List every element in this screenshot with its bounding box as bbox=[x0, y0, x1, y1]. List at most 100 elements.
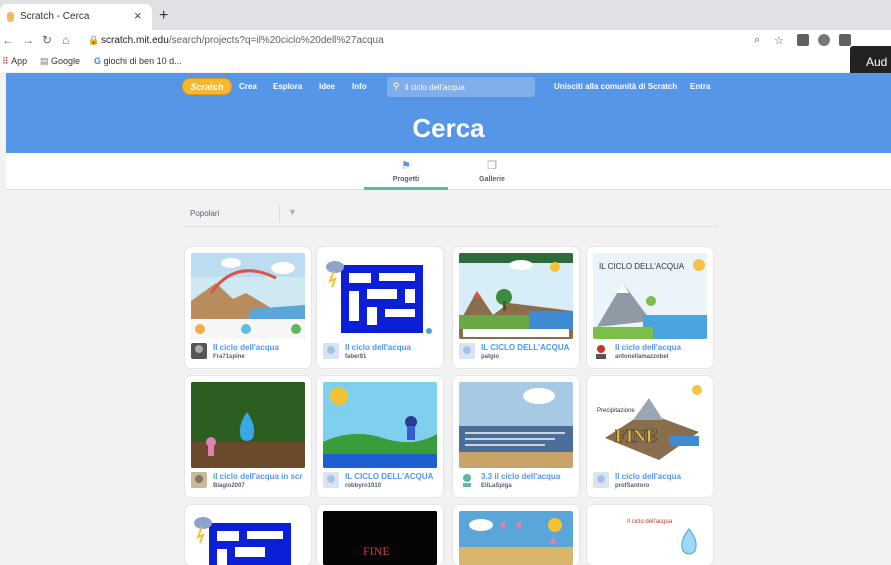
home-icon[interactable]: ⌂ bbox=[62, 33, 69, 47]
tab-close-icon[interactable]: × bbox=[134, 8, 142, 23]
project-thumbnail[interactable] bbox=[459, 511, 573, 565]
project-title[interactable]: il ciclo dell'acqua in scr bbox=[213, 472, 309, 481]
project-thumbnail[interactable] bbox=[459, 382, 573, 468]
search-box[interactable]: ⚲ bbox=[387, 77, 535, 97]
tab-title: Scratch - Cerca bbox=[20, 11, 90, 22]
extension-circle-icon[interactable] bbox=[818, 34, 830, 46]
sort-value: Popolari bbox=[190, 209, 220, 218]
avatar[interactable] bbox=[459, 343, 475, 359]
project-card[interactable]: IL CICLO DELL'ACQUA robbyro1010 bbox=[317, 376, 443, 497]
thumb-text: Precipitazione bbox=[597, 408, 635, 414]
page-title: Cerca bbox=[412, 113, 485, 143]
project-title[interactable]: Il ciclo dell'acqua bbox=[345, 343, 441, 352]
extension-icon[interactable] bbox=[797, 34, 809, 46]
browser-tab[interactable]: Scratch - Cerca × bbox=[0, 4, 152, 30]
project-author[interactable]: faber91 bbox=[345, 354, 366, 360]
result-tabs: ⚑ Progetti ❐ Gallerie bbox=[6, 153, 891, 190]
nav-crea[interactable]: Crea bbox=[239, 82, 257, 91]
project-author[interactable]: robbyro1010 bbox=[345, 483, 381, 489]
project-title[interactable]: IL CICLO DELL'ACQUA bbox=[481, 343, 577, 352]
scratch-logo[interactable]: Scratch bbox=[182, 78, 232, 95]
address-url: scratch.mit.edu/search/projects?q=il%20c… bbox=[101, 35, 384, 46]
project-author[interactable]: EliLaSpiga bbox=[481, 483, 512, 489]
project-title[interactable]: Il ciclo dell'acqua bbox=[213, 343, 309, 352]
new-tab-icon[interactable]: + bbox=[159, 7, 168, 25]
scratch-navbar: Scratch Crea Esplora Idee Info ⚲ Uniscit… bbox=[6, 73, 891, 100]
gallery-icon: ❐ bbox=[487, 160, 497, 172]
divider bbox=[279, 205, 280, 223]
project-title[interactable]: IL CICLO DELL'ACQUA bbox=[345, 472, 441, 481]
project-author[interactable]: patgio bbox=[481, 354, 499, 360]
project-title[interactable]: Il ciclo dell'acqua bbox=[615, 472, 711, 481]
project-author[interactable]: Fra71spine bbox=[213, 354, 245, 360]
forward-icon[interactable]: → bbox=[22, 33, 34, 47]
thumb-text: Il ciclo dell'acqua bbox=[627, 519, 673, 525]
search-banner: Cerca bbox=[6, 100, 891, 153]
tab-progetti[interactable]: ⚑ Progetti bbox=[364, 153, 448, 190]
thumb-text: FINE bbox=[363, 544, 390, 558]
browser-toolbar: ← → ↻ ⌂ 🔒 scratch.mit.edu/search/project… bbox=[0, 30, 891, 52]
nav-signin[interactable]: Entra bbox=[690, 82, 710, 91]
project-thumbnail[interactable]: FINE bbox=[323, 511, 437, 565]
bookmark-apps[interactable]: ⠿ App bbox=[2, 56, 27, 67]
project-card[interactable]: IL CICLO DELL'ACQUA patgio bbox=[453, 247, 579, 368]
project-thumbnail[interactable] bbox=[323, 253, 437, 339]
project-card[interactable]: Il ciclo dell'acqua Fra71spine bbox=[185, 247, 311, 368]
project-card[interactable] bbox=[185, 505, 311, 565]
sort-filter[interactable]: Popolari ▼ bbox=[184, 203, 719, 227]
project-card[interactable]: Precipitazione FINE Il ciclo dell'acqua … bbox=[587, 376, 713, 497]
address-bar[interactable]: 🔒 scratch.mit.edu/search/projects?q=il%2… bbox=[85, 32, 785, 50]
tab-gallerie[interactable]: ❐ Gallerie bbox=[450, 153, 534, 190]
nav-idee[interactable]: Idee bbox=[319, 82, 335, 91]
project-card[interactable]: il ciclo dell'acqua in scr Biagio2007 bbox=[185, 376, 311, 497]
thumb-text: FINE bbox=[615, 426, 658, 446]
project-thumbnail[interactable]: Il ciclo dell'acqua bbox=[593, 511, 707, 565]
apps-grid-icon: ⠿ bbox=[2, 56, 9, 66]
project-thumbnail[interactable]: Precipitazione FINE bbox=[593, 382, 707, 468]
project-card[interactable]: IL CICLO DELL'ACQUA Il ciclo dell'acqua … bbox=[587, 247, 713, 368]
avatar[interactable] bbox=[459, 472, 475, 488]
extension-shield-icon[interactable] bbox=[839, 34, 851, 46]
project-author[interactable]: profSantoro bbox=[615, 483, 649, 489]
bookmark-giochi[interactable]: G giochi di ben 10 d... bbox=[94, 56, 182, 66]
project-thumbnail[interactable] bbox=[323, 382, 437, 468]
scratch-favicon-icon bbox=[7, 12, 14, 22]
thumb-text: IL CICLO DELL'ACQUA bbox=[599, 262, 685, 271]
search-icon: ⚲ bbox=[393, 81, 400, 91]
avatar[interactable] bbox=[191, 472, 207, 488]
project-thumbnail[interactable]: IL CICLO DELL'ACQUA bbox=[593, 253, 707, 339]
project-thumbnail[interactable] bbox=[191, 382, 305, 468]
project-card[interactable] bbox=[453, 505, 579, 565]
project-author[interactable]: Biagio2007 bbox=[213, 483, 245, 489]
nav-join[interactable]: Unisciti alla comunità di Scratch bbox=[554, 82, 677, 91]
nav-esplora[interactable]: Esplora bbox=[273, 82, 302, 91]
project-title[interactable]: Il ciclo dell'acqua bbox=[615, 343, 711, 352]
project-card[interactable]: Il ciclo dell'acqua bbox=[587, 505, 713, 565]
avatar[interactable] bbox=[323, 472, 339, 488]
project-thumbnail[interactable] bbox=[459, 253, 573, 339]
avatar[interactable] bbox=[323, 343, 339, 359]
project-card[interactable]: FINE bbox=[317, 505, 443, 565]
nav-info[interactable]: Info bbox=[352, 82, 367, 91]
bookmark-star-icon[interactable]: ☆ bbox=[774, 34, 784, 47]
bookmark-google[interactable]: ▤ Google bbox=[40, 56, 80, 67]
project-card[interactable]: 3.3 il ciclo dell'acqua EliLaSpiga bbox=[453, 376, 579, 497]
project-thumbnail[interactable] bbox=[191, 253, 305, 339]
lock-icon: 🔒 bbox=[88, 35, 100, 45]
folder-icon: ▤ bbox=[40, 56, 49, 66]
avatar[interactable] bbox=[593, 343, 609, 359]
chevron-down-icon[interactable]: ▼ bbox=[288, 207, 297, 217]
project-card[interactable]: Il ciclo dell'acqua faber91 bbox=[317, 247, 443, 368]
reload-icon[interactable]: ↻ bbox=[42, 33, 52, 47]
back-icon[interactable]: ← bbox=[2, 33, 14, 47]
project-thumbnail[interactable] bbox=[191, 511, 305, 565]
avatar[interactable] bbox=[191, 343, 207, 359]
search-input[interactable] bbox=[405, 79, 530, 95]
browser-tab-strip: Scratch - Cerca × + bbox=[0, 0, 891, 30]
flag-icon: ⚑ bbox=[401, 160, 411, 172]
project-author[interactable]: antonellamazzobel bbox=[615, 354, 668, 360]
google-g-icon: G bbox=[94, 56, 102, 66]
project-title[interactable]: 3.3 il ciclo dell'acqua bbox=[481, 472, 577, 481]
avatar[interactable] bbox=[593, 472, 609, 488]
zoom-icon[interactable]: ⌕ bbox=[754, 34, 760, 47]
